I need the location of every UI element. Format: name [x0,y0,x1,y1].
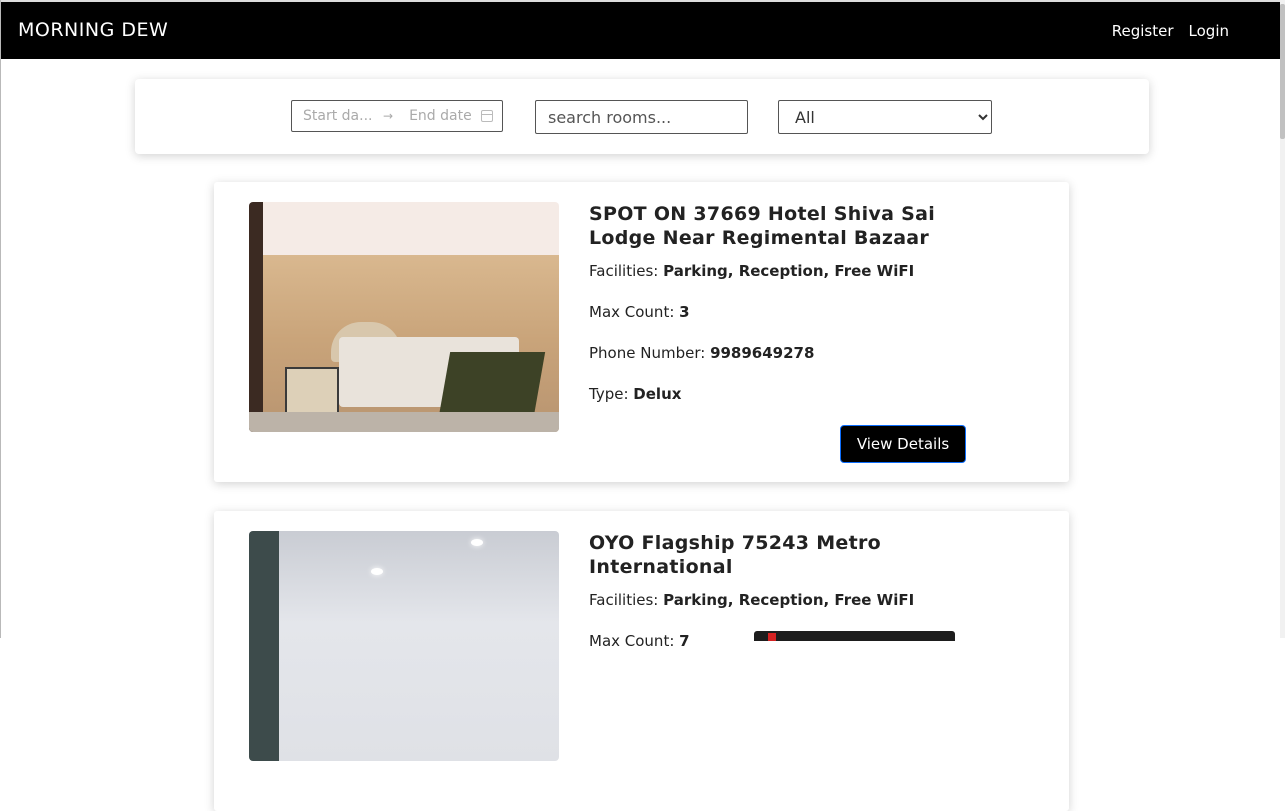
phone-label: Phone Number: [589,344,706,362]
login-link[interactable]: Login [1189,22,1229,40]
type-value: Delux [633,385,682,403]
page-scrollbar[interactable] [1280,0,1285,638]
date-separator-arrow-icon: → [383,109,394,123]
search-rooms-input[interactable] [535,100,748,134]
scrollbar-thumb[interactable] [1280,4,1285,139]
type-label: Type: [589,385,629,403]
phone-value: 9989649278 [710,344,815,362]
room-type: Type: Delux [589,384,989,404]
room-name: OYO Flagship 75243 Metro International [589,532,882,578]
max-count-label: Max Count: [589,632,675,650]
room-max-count: Max Count: 3 [589,302,989,322]
room-type-select[interactable]: All [778,100,992,134]
room-facilities: Facilities: Parking, Reception, Free WiF… [589,261,989,281]
max-count-value: 3 [679,303,690,321]
room-phone: Phone Number: 9989649278 [589,343,989,363]
room-card: OYO Flagship 75243 Metro International F… [214,511,1069,811]
facilities-value: Parking, Reception, Free WiFI [663,591,915,609]
facilities-value: Parking, Reception, Free WiFI [663,262,915,280]
top-navbar: MORNING DEW Register Login [1,0,1281,59]
room-name: SPOT ON 37669 Hotel Shiva Sai Lodge Near… [589,203,936,249]
calendar-icon[interactable] [481,110,494,122]
nav-links: Register Login [1112,22,1229,40]
room-details: SPOT ON 37669 Hotel Shiva Sai Lodge Near… [589,202,989,404]
facilities-label: Facilities: [589,262,659,280]
facilities-label: Facilities: [589,591,659,609]
max-count-value: 7 [679,632,690,650]
overlay-red-icon [768,633,776,641]
start-date-input[interactable]: Start da... [303,108,373,124]
end-date-input[interactable]: End date [409,108,473,124]
room-image [249,531,559,761]
date-range-picker[interactable]: Start da... → End date [291,100,503,132]
register-link[interactable]: Register [1112,22,1174,40]
room-image [249,202,559,432]
room-card: SPOT ON 37669 Hotel Shiva Sai Lodge Near… [214,182,1069,482]
floating-overlay-bar [754,631,955,641]
max-count-label: Max Count: [589,303,675,321]
brand-logo-text[interactable]: MORNING DEW [18,19,168,41]
room-facilities: Facilities: Parking, Reception, Free WiF… [589,590,989,610]
view-details-button[interactable]: View Details [840,425,966,463]
filter-bar: Start da... → End date All [135,79,1149,154]
